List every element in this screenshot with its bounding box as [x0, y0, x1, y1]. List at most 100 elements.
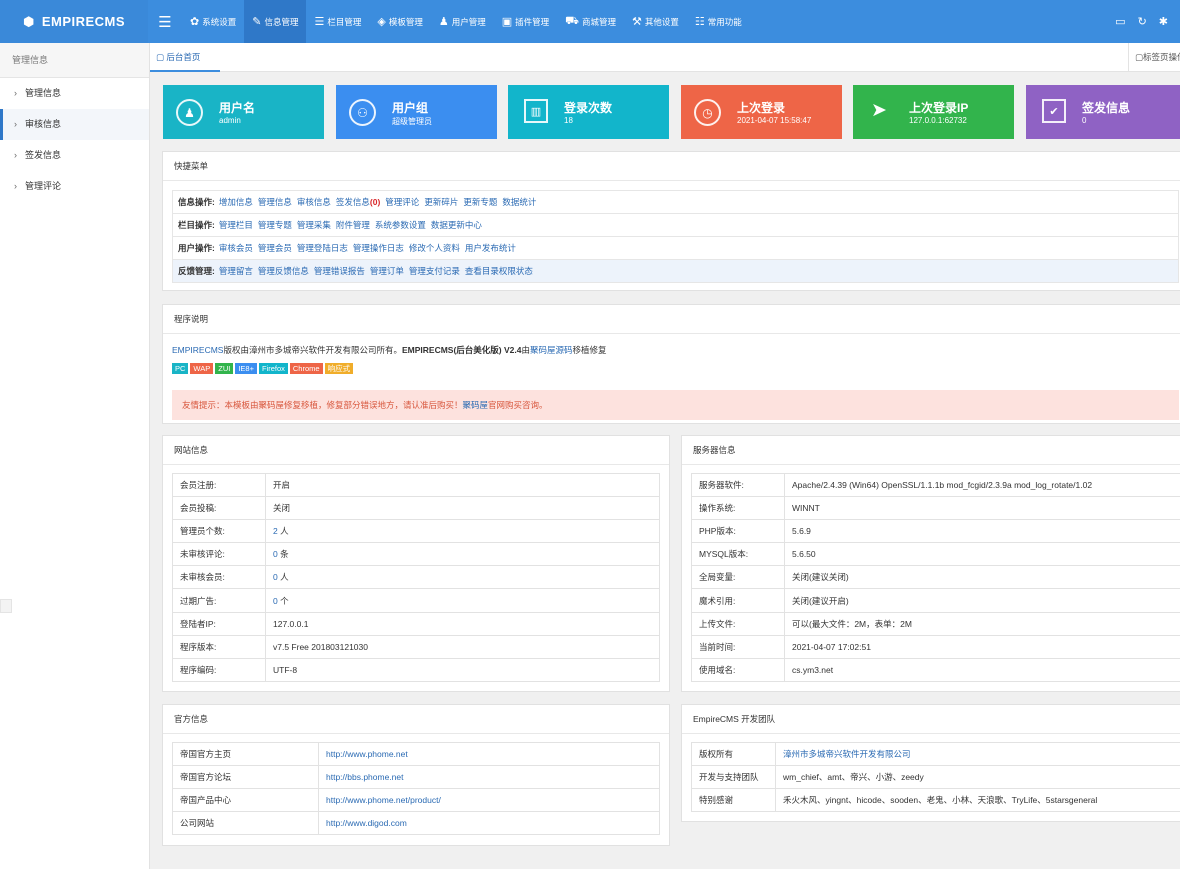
info-value-cell: Apache/2.4.39 (Win64) OpenSSL/1.1.1b mod… [784, 472, 1180, 498]
layers-icon: ◈ [377, 16, 386, 28]
info-link[interactable]: http://bbs.phome.net [326, 772, 404, 782]
quick-link[interactable]: 签发信息 [336, 197, 370, 207]
chevron-right-icon: › [14, 119, 17, 129]
quick-link[interactable]: 更新碎片 [424, 197, 458, 207]
info-row: 未审核评论: 0 条 [172, 542, 660, 567]
menu-item-label: 插件管理 [515, 16, 550, 27]
server-info-panel: 服务器信息 服务器软件: Apache/2.4.39 (Win64) OpenSS… [681, 435, 1180, 692]
sidebar-item-0[interactable]: › 管理信息 [0, 78, 149, 109]
info-value-cell: wm_chief、amt、帝兴、小游、zeedy [775, 765, 1180, 790]
menu-toggle-icon[interactable]: ☰ [148, 13, 182, 31]
menu-item-2[interactable]: ☰ 栏目管理 [306, 0, 369, 43]
quick-link[interactable]: 数据更新中心 [431, 220, 482, 230]
menu-item-3[interactable]: ◈ 模板管理 [369, 0, 430, 43]
quick-link[interactable]: 管理评论 [385, 197, 419, 207]
sidebar-item-3[interactable]: › 管理评论 [0, 171, 149, 202]
sidebar-item-2[interactable]: › 签发信息 [0, 140, 149, 171]
menu-item-4[interactable]: ♟ 用户管理 [431, 0, 494, 43]
menu-item-label: 模板管理 [388, 16, 423, 27]
app-logo[interactable]: ⬢ EMPIRECMS [0, 0, 148, 43]
quick-link[interactable]: 管理订单 [370, 266, 404, 276]
official-info-panel: 官方信息 帝国官方主页 http://www.phome.net 帝国官方论坛 htt… [162, 704, 670, 846]
info-row: 帝国产品中心 http://www.phome.net/product/ [172, 788, 660, 813]
author-link[interactable]: 聚码屋源码 [530, 345, 573, 355]
menu-item-6[interactable]: ⛟ 商城管理 [557, 0, 624, 43]
info-value: 5.6.50 [792, 549, 816, 560]
info-value-cell: 0 条 [265, 542, 660, 567]
user-circle-icon: ♟ [176, 99, 203, 126]
server-info-title: 服务器信息 [682, 436, 1180, 465]
info-key: 使用域名: [691, 657, 785, 682]
quick-link[interactable]: 管理会员 [258, 243, 292, 253]
quick-link[interactable]: 管理采集 [297, 220, 331, 230]
info-key: 程序编码: [172, 657, 266, 682]
quick-link[interactable]: 管理支付记录 [409, 266, 460, 276]
quick-menu-table: 信息操作: 增加信息 管理信息 审核信息 签发信息(0) 管理评论 更新碎片 更新专题 数据统计… [172, 190, 1179, 283]
info-value-cell: http://www.phome.net/product/ [318, 788, 660, 813]
quick-row-label: 栏目操作: [178, 220, 215, 230]
quick-link[interactable]: 数据统计 [502, 197, 536, 207]
sidebar-collapse-handle[interactable] [0, 599, 12, 613]
stat-value: 超级管理员 [392, 117, 432, 126]
quick-link[interactable]: 管理反馈信息 [258, 266, 309, 276]
badge: WAP [190, 363, 214, 374]
quick-link[interactable]: 更新专题 [463, 197, 497, 207]
info-row: 使用域名: cs.ym3.net [691, 657, 1180, 682]
quick-link[interactable]: 管理栏目 [219, 220, 253, 230]
quick-link[interactable]: 管理错误报告 [314, 266, 365, 276]
menu-item-label: 常用功能 [707, 16, 742, 27]
quick-link[interactable]: 系统参数设置 [375, 220, 426, 230]
info-value-cell: cs.ym3.net [784, 657, 1180, 682]
info-value: UTF-8 [273, 664, 298, 675]
users-icon: ⚇ [349, 99, 376, 126]
stat-title: 用户组 [392, 101, 429, 115]
menu-item-0[interactable]: ✿ 系统设置 [182, 0, 244, 43]
tab-operations-button[interactable]: ▢标签页操作 [1128, 43, 1180, 72]
quick-link[interactable]: 修改个人资料 [409, 243, 460, 253]
info-key: 全局变量: [691, 565, 785, 590]
quick-link[interactable]: 审核会员 [219, 243, 253, 253]
quick-link[interactable]: 管理专题 [258, 220, 292, 230]
chevron-right-icon: › [14, 181, 17, 191]
monitor-icon[interactable]: ▭ [1115, 15, 1125, 28]
stat-card-3: ◷ 上次登录 2021-04-07 15:58:47 [681, 85, 842, 139]
info-row: 帝国官方论坛 http://bbs.phome.net [172, 765, 660, 790]
menu-item-1[interactable]: ✎ 信息管理 [244, 0, 307, 43]
program-panel: 程序说明 EMPIRECMS版权由漳州市多城帝兴软件开发有限公司所有。EMPIR… [162, 304, 1180, 424]
info-row: MYSQL版本: 5.6.50 [691, 542, 1180, 567]
quick-link[interactable]: 管理留言 [219, 266, 253, 276]
program-description: EMPIRECMS版权由漳州市多城帝兴软件开发有限公司所有。EMPIRECMS(… [172, 345, 607, 355]
sidebar-item-label: 审核信息 [25, 119, 62, 129]
sidebar-item-1[interactable]: › 审核信息 [0, 109, 149, 140]
info-link[interactable]: http://www.digod.com [326, 818, 407, 828]
info-row: PHP版本: 5.6.9 [691, 519, 1180, 544]
quick-link[interactable]: 管理登陆日志 [297, 243, 348, 253]
brand-link[interactable]: EMPIRECMS [172, 345, 223, 355]
refresh-icon[interactable]: ↻ [1138, 15, 1147, 28]
info-link[interactable]: 漳州市多城帝兴软件开发有限公司 [783, 749, 911, 759]
menu-item-label: 栏目管理 [327, 16, 362, 27]
info-link[interactable]: http://www.phome.net/product/ [326, 795, 441, 805]
info-row: 未审核会员: 0 人 [172, 565, 660, 590]
info-value: 2021-04-07 17:02:51 [792, 641, 871, 652]
badge: PC [172, 363, 189, 374]
site-info-panel: 网站信息 会员注册: 开启 会员投稿: 关闭 管理员个数: 2 人未审核评论: 0 条未审核… [162, 435, 670, 692]
quick-link[interactable]: 查看目录权限状态 [465, 266, 533, 276]
menu-item-8[interactable]: ☷ 常用功能 [687, 0, 750, 43]
info-key: 帝国官方论坛 [172, 765, 319, 790]
alert-link[interactable]: 聚码屋 [463, 400, 489, 410]
quick-link[interactable]: 用户发布统计 [465, 243, 516, 253]
quick-link[interactable]: 管理信息 [258, 197, 292, 207]
settings-icon[interactable]: ✱ [1159, 15, 1168, 28]
menu-item-5[interactable]: ▣ 插件管理 [494, 0, 557, 43]
menu-item-7[interactable]: ⚒ 其他设置 [624, 0, 687, 43]
quick-link[interactable]: 增加信息 [219, 197, 253, 207]
info-link[interactable]: http://www.phome.net [326, 749, 408, 759]
quick-link[interactable]: 附件管理 [336, 220, 370, 230]
clock-icon: ◷ [694, 99, 721, 126]
info-row: 操作系统: WINNT [691, 496, 1180, 521]
info-value-cell: 漳州市多城帝兴软件开发有限公司 [775, 741, 1180, 767]
quick-link[interactable]: 审核信息 [297, 197, 331, 207]
quick-link[interactable]: 管理操作日志 [353, 243, 404, 253]
tab-home[interactable]: ▢ 后台首页 [150, 43, 221, 72]
